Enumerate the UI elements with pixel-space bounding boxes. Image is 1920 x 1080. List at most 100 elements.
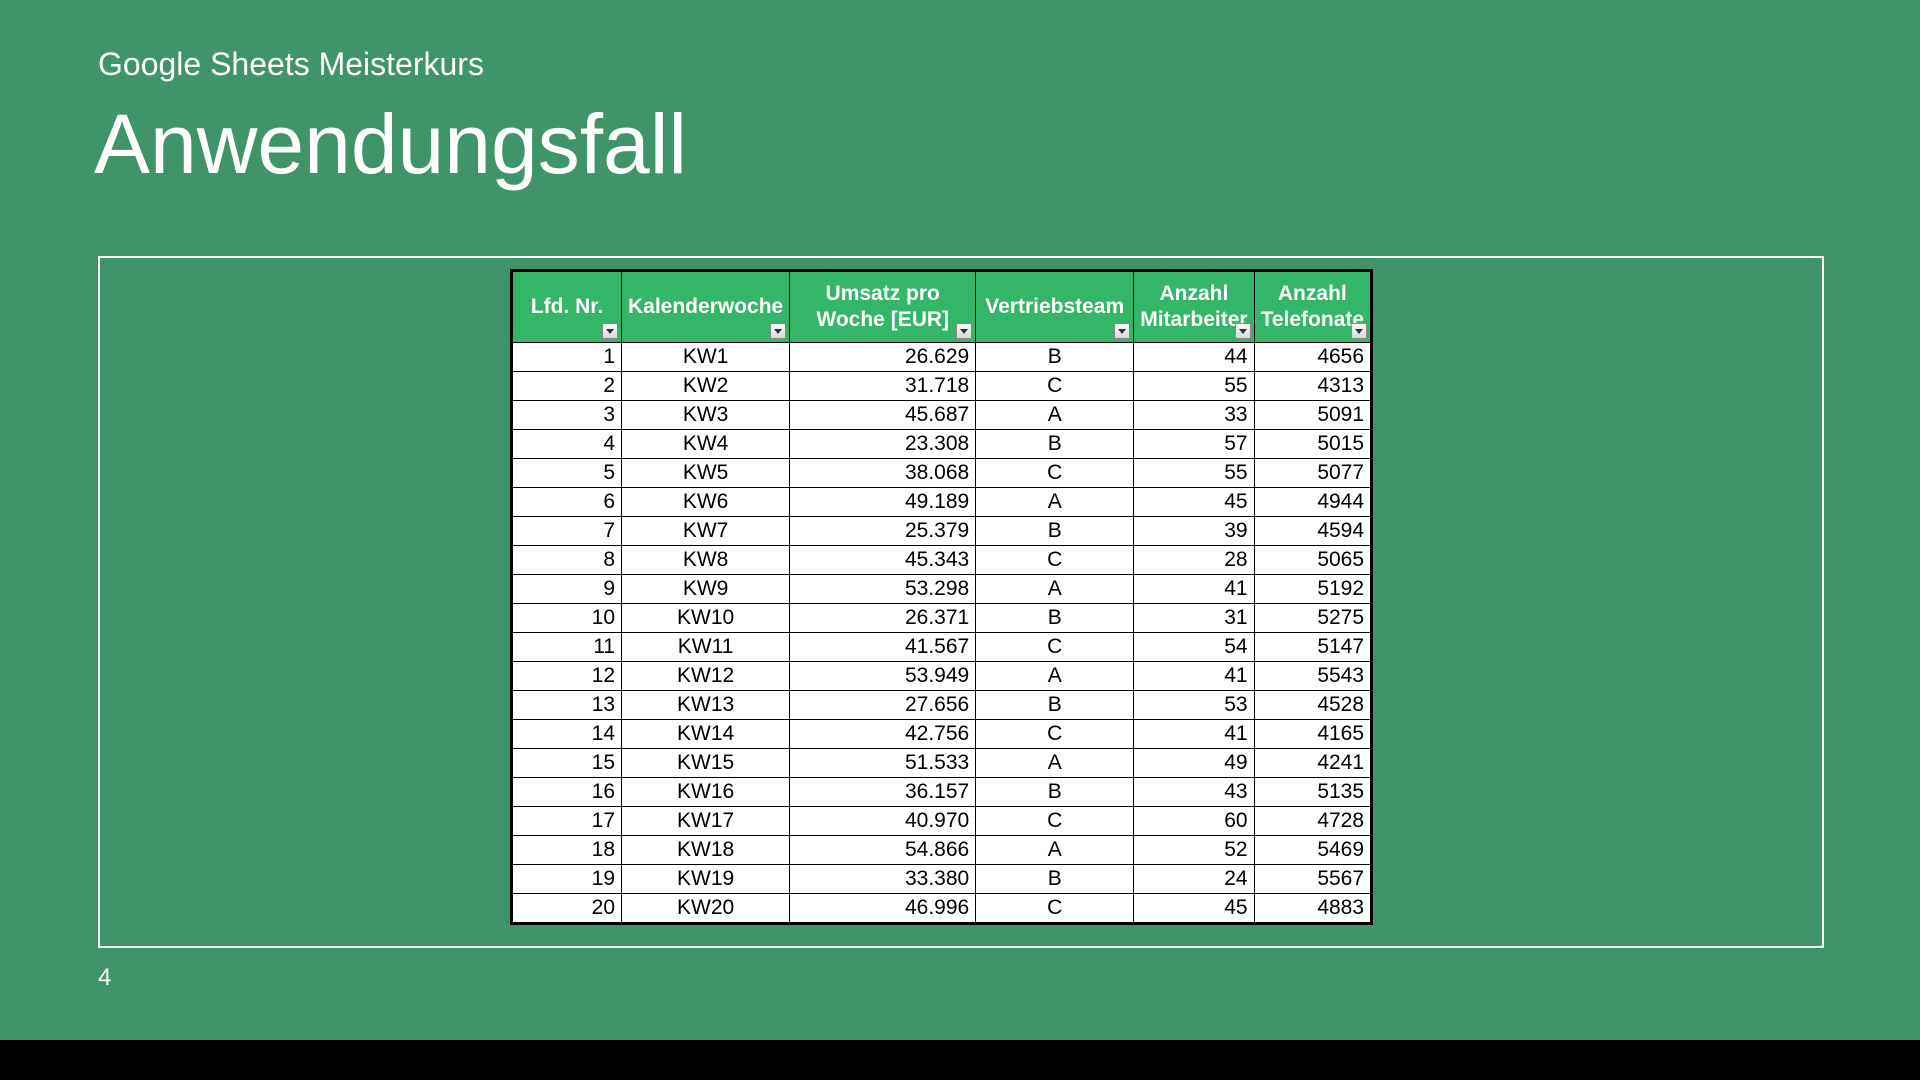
cell-umsatz[interactable]: 23.308: [790, 430, 976, 459]
cell-kw[interactable]: KW3: [622, 401, 790, 430]
cell-nr[interactable]: 12: [512, 662, 622, 691]
cell-tel[interactable]: 5015: [1254, 430, 1371, 459]
cell-kw[interactable]: KW17: [622, 807, 790, 836]
cell-team[interactable]: C: [976, 807, 1134, 836]
cell-kw[interactable]: KW20: [622, 894, 790, 924]
cell-tel[interactable]: 4883: [1254, 894, 1371, 924]
cell-team[interactable]: C: [976, 720, 1134, 749]
cell-team[interactable]: B: [976, 778, 1134, 807]
cell-umsatz[interactable]: 31.718: [790, 372, 976, 401]
cell-nr[interactable]: 9: [512, 575, 622, 604]
cell-nr[interactable]: 2: [512, 372, 622, 401]
header-vertriebsteam[interactable]: Vertriebsteam: [976, 271, 1134, 343]
cell-kw[interactable]: KW6: [622, 488, 790, 517]
filter-dropdown-icon[interactable]: [770, 323, 786, 339]
filter-dropdown-icon[interactable]: [602, 323, 618, 339]
cell-tel[interactable]: 4728: [1254, 807, 1371, 836]
header-kalenderwoche[interactable]: Kalenderwoche: [622, 271, 790, 343]
cell-team[interactable]: C: [976, 546, 1134, 575]
filter-dropdown-icon[interactable]: [1114, 323, 1130, 339]
cell-ma[interactable]: 60: [1134, 807, 1254, 836]
cell-tel[interactable]: 5192: [1254, 575, 1371, 604]
cell-ma[interactable]: 52: [1134, 836, 1254, 865]
cell-tel[interactable]: 4165: [1254, 720, 1371, 749]
cell-ma[interactable]: 53: [1134, 691, 1254, 720]
cell-nr[interactable]: 15: [512, 749, 622, 778]
cell-team[interactable]: C: [976, 459, 1134, 488]
cell-nr[interactable]: 3: [512, 401, 622, 430]
cell-umsatz[interactable]: 27.656: [790, 691, 976, 720]
filter-dropdown-icon[interactable]: [1351, 323, 1367, 339]
cell-ma[interactable]: 39: [1134, 517, 1254, 546]
cell-ma[interactable]: 57: [1134, 430, 1254, 459]
cell-nr[interactable]: 4: [512, 430, 622, 459]
cell-nr[interactable]: 5: [512, 459, 622, 488]
cell-kw[interactable]: KW5: [622, 459, 790, 488]
cell-tel[interactable]: 5469: [1254, 836, 1371, 865]
cell-umsatz[interactable]: 42.756: [790, 720, 976, 749]
cell-ma[interactable]: 41: [1134, 720, 1254, 749]
cell-ma[interactable]: 31: [1134, 604, 1254, 633]
cell-nr[interactable]: 19: [512, 865, 622, 894]
cell-tel[interactable]: 5275: [1254, 604, 1371, 633]
cell-umsatz[interactable]: 41.567: [790, 633, 976, 662]
cell-tel[interactable]: 4594: [1254, 517, 1371, 546]
cell-nr[interactable]: 11: [512, 633, 622, 662]
cell-team[interactable]: A: [976, 401, 1134, 430]
cell-nr[interactable]: 20: [512, 894, 622, 924]
cell-team[interactable]: B: [976, 343, 1134, 372]
cell-nr[interactable]: 7: [512, 517, 622, 546]
cell-ma[interactable]: 45: [1134, 488, 1254, 517]
cell-ma[interactable]: 45: [1134, 894, 1254, 924]
cell-nr[interactable]: 10: [512, 604, 622, 633]
cell-team[interactable]: C: [976, 633, 1134, 662]
cell-ma[interactable]: 41: [1134, 575, 1254, 604]
cell-team[interactable]: A: [976, 488, 1134, 517]
cell-umsatz[interactable]: 45.343: [790, 546, 976, 575]
cell-ma[interactable]: 24: [1134, 865, 1254, 894]
cell-ma[interactable]: 43: [1134, 778, 1254, 807]
cell-umsatz[interactable]: 46.996: [790, 894, 976, 924]
cell-nr[interactable]: 14: [512, 720, 622, 749]
cell-tel[interactable]: 5077: [1254, 459, 1371, 488]
cell-umsatz[interactable]: 33.380: [790, 865, 976, 894]
cell-umsatz[interactable]: 51.533: [790, 749, 976, 778]
header-lfd-nr[interactable]: Lfd. Nr.: [512, 271, 622, 343]
cell-ma[interactable]: 49: [1134, 749, 1254, 778]
cell-tel[interactable]: 5147: [1254, 633, 1371, 662]
cell-tel[interactable]: 5567: [1254, 865, 1371, 894]
cell-nr[interactable]: 1: [512, 343, 622, 372]
cell-umsatz[interactable]: 53.298: [790, 575, 976, 604]
cell-umsatz[interactable]: 38.068: [790, 459, 976, 488]
filter-dropdown-icon[interactable]: [1235, 323, 1251, 339]
cell-ma[interactable]: 54: [1134, 633, 1254, 662]
cell-tel[interactable]: 5543: [1254, 662, 1371, 691]
cell-tel[interactable]: 4656: [1254, 343, 1371, 372]
header-umsatz[interactable]: Umsatz pro Woche [EUR]: [790, 271, 976, 343]
cell-ma[interactable]: 33: [1134, 401, 1254, 430]
cell-ma[interactable]: 28: [1134, 546, 1254, 575]
cell-team[interactable]: B: [976, 865, 1134, 894]
cell-tel[interactable]: 4241: [1254, 749, 1371, 778]
cell-team[interactable]: A: [976, 662, 1134, 691]
cell-umsatz[interactable]: 26.629: [790, 343, 976, 372]
cell-team[interactable]: C: [976, 372, 1134, 401]
cell-ma[interactable]: 55: [1134, 372, 1254, 401]
cell-kw[interactable]: KW7: [622, 517, 790, 546]
filter-dropdown-icon[interactable]: [956, 323, 972, 339]
cell-tel[interactable]: 5135: [1254, 778, 1371, 807]
cell-kw[interactable]: KW8: [622, 546, 790, 575]
cell-team[interactable]: B: [976, 691, 1134, 720]
cell-tel[interactable]: 5065: [1254, 546, 1371, 575]
cell-umsatz[interactable]: 26.371: [790, 604, 976, 633]
cell-ma[interactable]: 41: [1134, 662, 1254, 691]
cell-team[interactable]: C: [976, 894, 1134, 924]
cell-team[interactable]: B: [976, 430, 1134, 459]
cell-ma[interactable]: 44: [1134, 343, 1254, 372]
cell-team[interactable]: A: [976, 575, 1134, 604]
cell-kw[interactable]: KW4: [622, 430, 790, 459]
cell-kw[interactable]: KW2: [622, 372, 790, 401]
cell-team[interactable]: B: [976, 517, 1134, 546]
cell-umsatz[interactable]: 45.687: [790, 401, 976, 430]
cell-kw[interactable]: KW19: [622, 865, 790, 894]
